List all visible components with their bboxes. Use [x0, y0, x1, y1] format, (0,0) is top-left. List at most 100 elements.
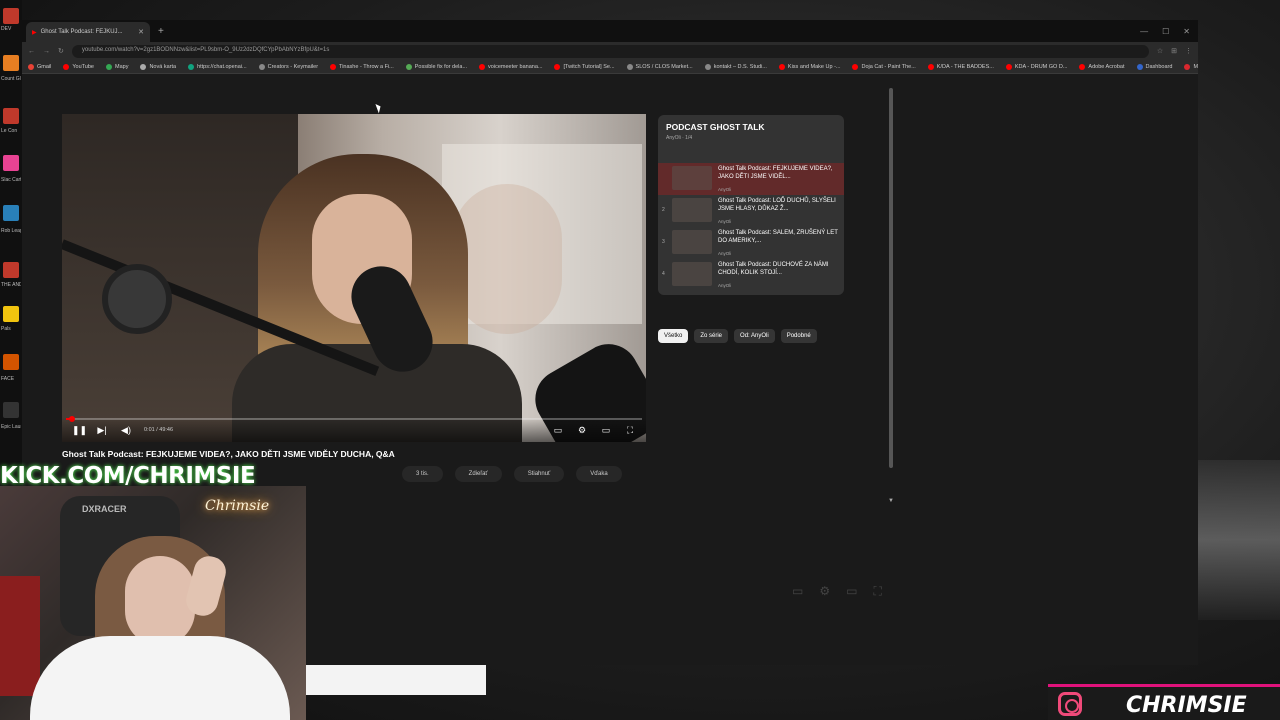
bookmark-item[interactable]: Creators - Keymailer — [258, 63, 318, 70]
video-player[interactable]: ❚❚ ▶| ◀) 0:01 / 49:46 ▭ ⚙ ▭ ⛶ — [62, 114, 646, 442]
next-icon[interactable]: ▶| — [96, 425, 108, 436]
playlist-item[interactable]: 3 Ghost Talk Podcast: SALEM, ZRUŠENÝ LET … — [658, 227, 844, 259]
settings-gear-icon[interactable]: ⚙ — [576, 425, 588, 436]
menu-icon[interactable]: ⋮ — [1185, 47, 1192, 55]
playlist-item[interactable]: 4 Ghost Talk Podcast: DUCHOVÉ ZA NÁMI CHO… — [658, 259, 844, 291]
bookmark-item[interactable]: Gmail — [28, 63, 51, 70]
bookmark-item[interactable]: K/DA - THE BADDES... — [927, 63, 994, 70]
bookmark-favicon-icon — [330, 63, 337, 70]
close-window-icon[interactable]: ✕ — [1183, 27, 1190, 36]
bookmark-favicon-icon — [1079, 63, 1086, 70]
bookmark-favicon-icon — [140, 63, 147, 70]
playlist-thumbnail[interactable] — [672, 198, 712, 222]
back-icon[interactable]: ← — [28, 48, 35, 55]
bookmark-favicon-icon — [405, 63, 412, 70]
filter-chip[interactable]: Podobné — [780, 329, 817, 343]
theater-mode-icon[interactable]: ▭ — [600, 425, 612, 436]
video-action-button[interactable]: Zdieľať — [454, 466, 502, 482]
bookmark-label: Adobe Acrobat — [1088, 63, 1125, 70]
desktop-icon-strip: DEV Count Globa Le Con Slac Cart Rob Lea… — [0, 0, 22, 470]
desktop-icon-label: Epic Laun — [1, 424, 21, 430]
playlist-thumbnail[interactable] — [672, 262, 712, 286]
fullscreen-icon: ⛶ — [873, 584, 882, 598]
bookmark-item[interactable]: [Twitch Tutorial] Se... — [554, 63, 615, 70]
bookmark-label: Nová karta — [149, 63, 177, 70]
bookmark-label: voicemeeter banana... — [488, 63, 543, 70]
bookmark-item[interactable]: Tinashe - Throw a Fi... — [330, 63, 394, 70]
bookmark-favicon-icon — [704, 63, 711, 70]
reload-icon[interactable]: ↻ — [58, 47, 64, 55]
desktop-icon-label: Slac Cart — [1, 177, 21, 183]
app-icon[interactable] — [3, 306, 19, 322]
bookmark-item[interactable]: Mapy — [106, 63, 129, 70]
app-icon[interactable] — [3, 354, 19, 370]
video-action-button[interactable]: Vďaka — [576, 466, 622, 482]
app-icon[interactable] — [3, 155, 19, 171]
filter-chip[interactable]: Všetko — [658, 329, 689, 343]
bookmark-label: https://chat.openai... — [197, 63, 247, 70]
bookmark-item[interactable]: voicemeeter banana... — [479, 63, 543, 70]
playlist-item-title: Ghost Talk Podcast: DUCHOVÉ ZA NÁMI CHOD… — [718, 262, 829, 276]
bookmark-item[interactable]: kontakt – D.S. Studi... — [704, 63, 767, 70]
scrollbar[interactable] — [889, 88, 893, 468]
playlist-item-number: 4 — [662, 271, 665, 277]
url-field[interactable]: youtube.com/watch?v=2gz1BODNNzw&list=PL9… — [71, 44, 1149, 58]
subtitles-icon[interactable]: ▭ — [552, 425, 564, 436]
ghost-player-controls: ▭ ⚙ ▭ ⛶ — [792, 584, 882, 599]
bookmark-item[interactable]: YouTube — [63, 63, 94, 70]
desktop-icon-label: Count Globa — [1, 76, 21, 82]
maximize-icon[interactable]: ☐ — [1162, 27, 1169, 36]
filter-chips: Všetko Zo série Od: AnyOli Podobné — [658, 329, 817, 343]
bookmark-label: SLOS / CLOS Market... — [635, 63, 693, 70]
pause-icon[interactable]: ❚❚ — [72, 425, 87, 436]
volume-icon[interactable]: ◀) — [120, 425, 132, 436]
close-tab-icon[interactable]: ✕ — [138, 28, 144, 36]
playlist-thumbnail[interactable] — [672, 166, 712, 190]
browser-tab[interactable]: ▶ Ghost Talk Podcast: FEJKUJ... ✕ — [26, 22, 150, 42]
bookmark-item[interactable]: KDA - DRUM GO D... — [1005, 63, 1067, 70]
bookmark-item[interactable]: Dashboard — [1136, 63, 1172, 70]
neon-sign: Chrimsie — [205, 498, 270, 514]
playlist-item[interactable]: 2 Ghost Talk Podcast: LOĎ DUCHŮ, SLYŠELI … — [658, 195, 844, 227]
bookmark-favicon-icon — [63, 63, 70, 70]
chair-brand-label: DXRACER — [82, 504, 127, 514]
bookmark-item[interactable]: Doja Cat - Paint The... — [852, 63, 916, 70]
scroll-down-icon[interactable]: ▼ — [888, 498, 894, 504]
minimize-icon[interactable]: — — [1140, 27, 1148, 36]
bookmark-item[interactable]: MEGA — [1184, 63, 1198, 70]
forward-icon[interactable]: → — [43, 48, 50, 55]
streamer — [30, 636, 290, 720]
playlist-item[interactable]: Ghost Talk Podcast: FEJKUJEME VIDEA?, JA… — [658, 163, 844, 195]
star-icon[interactable]: ☆ — [1157, 47, 1163, 55]
tab-bar: ▶ Ghost Talk Podcast: FEJKUJ... ✕ + — ☐ … — [22, 20, 1198, 42]
playlist-item-channel: AnyOli — [718, 219, 732, 224]
bookmark-item[interactable]: Possible fix for dela... — [405, 63, 467, 70]
app-icon[interactable] — [3, 402, 19, 418]
bookmark-item[interactable]: Kiss and Make Up -... — [778, 63, 840, 70]
bookmark-label: kontakt – D.S. Studi... — [713, 63, 767, 70]
app-icon[interactable] — [3, 108, 19, 124]
playlist-item-channel: AnyOli — [718, 187, 732, 192]
bookmark-item[interactable]: Adobe Acrobat — [1079, 63, 1125, 70]
app-icon[interactable] — [3, 55, 19, 71]
fullscreen-icon[interactable]: ⛶ — [624, 425, 636, 436]
filter-chip[interactable]: Zo série — [694, 329, 729, 343]
bookmark-item[interactable]: https://chat.openai... — [188, 63, 247, 70]
video-title: Ghost Talk Podcast: FEJKUJEME VIDEA?, JA… — [62, 449, 395, 459]
bookmark-item[interactable]: SLOS / CLOS Market... — [626, 63, 693, 70]
desktop-icon-label: DEV — [1, 26, 12, 32]
playlist-thumbnail[interactable] — [672, 230, 712, 254]
bookmark-item[interactable]: Nová karta — [140, 63, 177, 70]
filter-chip[interactable]: Od: AnyOli — [734, 329, 775, 343]
app-icon[interactable] — [3, 205, 19, 221]
bookmark-favicon-icon — [188, 63, 195, 70]
playlist-title[interactable]: PODCAST GHOST TALK — [666, 122, 765, 132]
video-action-button[interactable]: 3 tis. — [402, 466, 443, 482]
extensions-icon[interactable]: ⊞ — [1171, 47, 1177, 55]
bookmark-label: Mapy — [115, 63, 129, 70]
screen: DEV Count Globa Le Con Slac Cart Rob Lea… — [0, 0, 1280, 720]
new-tab-button[interactable]: + — [158, 26, 164, 37]
app-icon[interactable] — [3, 8, 19, 24]
app-icon[interactable] — [3, 262, 19, 278]
video-action-button[interactable]: Stiahnuť — [513, 466, 565, 482]
